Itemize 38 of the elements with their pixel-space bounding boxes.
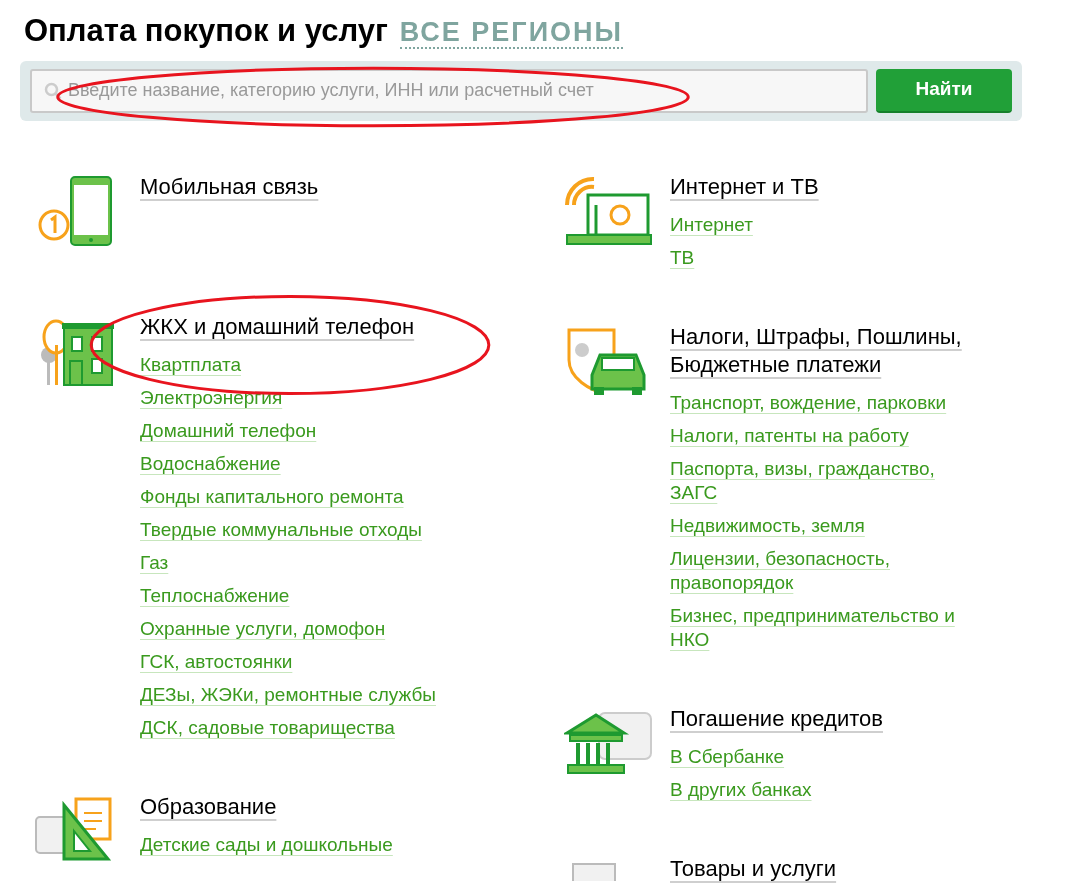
category-title[interactable]: Товары и услуги [670, 854, 837, 883]
search-button[interactable]: Найти [876, 68, 1012, 113]
category-title[interactable]: Мобильная связь [140, 172, 319, 201]
service-link[interactable]: ТВ [670, 245, 819, 270]
service-link[interactable]: Паспорта, визы, гражданство, ЗАГС [670, 456, 982, 505]
service-link[interactable]: В Сбербанке [670, 744, 883, 769]
service-link[interactable]: Фонды капитального ремонта [140, 484, 436, 509]
service-link[interactable]: Домашний телефон [140, 418, 436, 443]
search-field[interactable]: Введите название, категорию услуги, ИНН или расчетный счет [30, 68, 868, 113]
service-link[interactable]: В других банках [670, 777, 883, 802]
service-link[interactable]: Теплоснабжение [140, 583, 436, 608]
service-link[interactable]: Налоги, патенты на работу [670, 423, 982, 448]
category-title[interactable]: Налоги, Штрафы, Пошлины, Бюджетные платежи [670, 322, 1030, 379]
service-link[interactable]: Охранные услуги, домофон [140, 616, 436, 641]
router-laptop-icon [564, 174, 654, 247]
service-link[interactable]: Твердые коммунальные отходы [140, 517, 436, 542]
service-link[interactable]: Интернет [670, 212, 819, 237]
service-link[interactable]: Квартплата [140, 352, 436, 377]
all-regions-link[interactable]: ВСЕ РЕГИОНЫ [399, 17, 623, 49]
service-link[interactable]: ДСК, садовые товарищества [140, 715, 436, 740]
page-title: Оплата покупок и услуг [24, 12, 388, 50]
service-link[interactable]: Детские сады и дошкольные [140, 832, 393, 857]
service-link[interactable]: Газ [140, 550, 436, 575]
service-link[interactable]: ГСК, автостоянки [140, 649, 436, 674]
service-link[interactable]: ДЕЗы, ЖЭКи, ремонтные службы [140, 682, 436, 707]
service-link[interactable]: Бизнес, предпринимательство и НКО [670, 603, 982, 652]
search-input[interactable]: Введите название, категорию услуги, ИНН или расчетный счет [68, 77, 854, 104]
service-link[interactable]: Электроэнергия [140, 385, 436, 410]
search-icon [44, 81, 62, 100]
service-link[interactable]: Лицензии, безопасность, правопорядок [670, 546, 982, 595]
document-icon [572, 862, 616, 881]
category-title[interactable]: Погашение кредитов [670, 704, 883, 733]
category-title[interactable]: ЖКХ и домашний телефон [140, 312, 436, 341]
service-link[interactable]: Недвижимость, земля [670, 513, 982, 538]
service-link[interactable]: Транспорт, вождение, парковки [670, 390, 982, 415]
service-link[interactable]: Водоснабжение [140, 451, 436, 476]
category-title[interactable]: Интернет и ТВ [670, 172, 819, 201]
category-title[interactable]: Образование [140, 792, 393, 821]
